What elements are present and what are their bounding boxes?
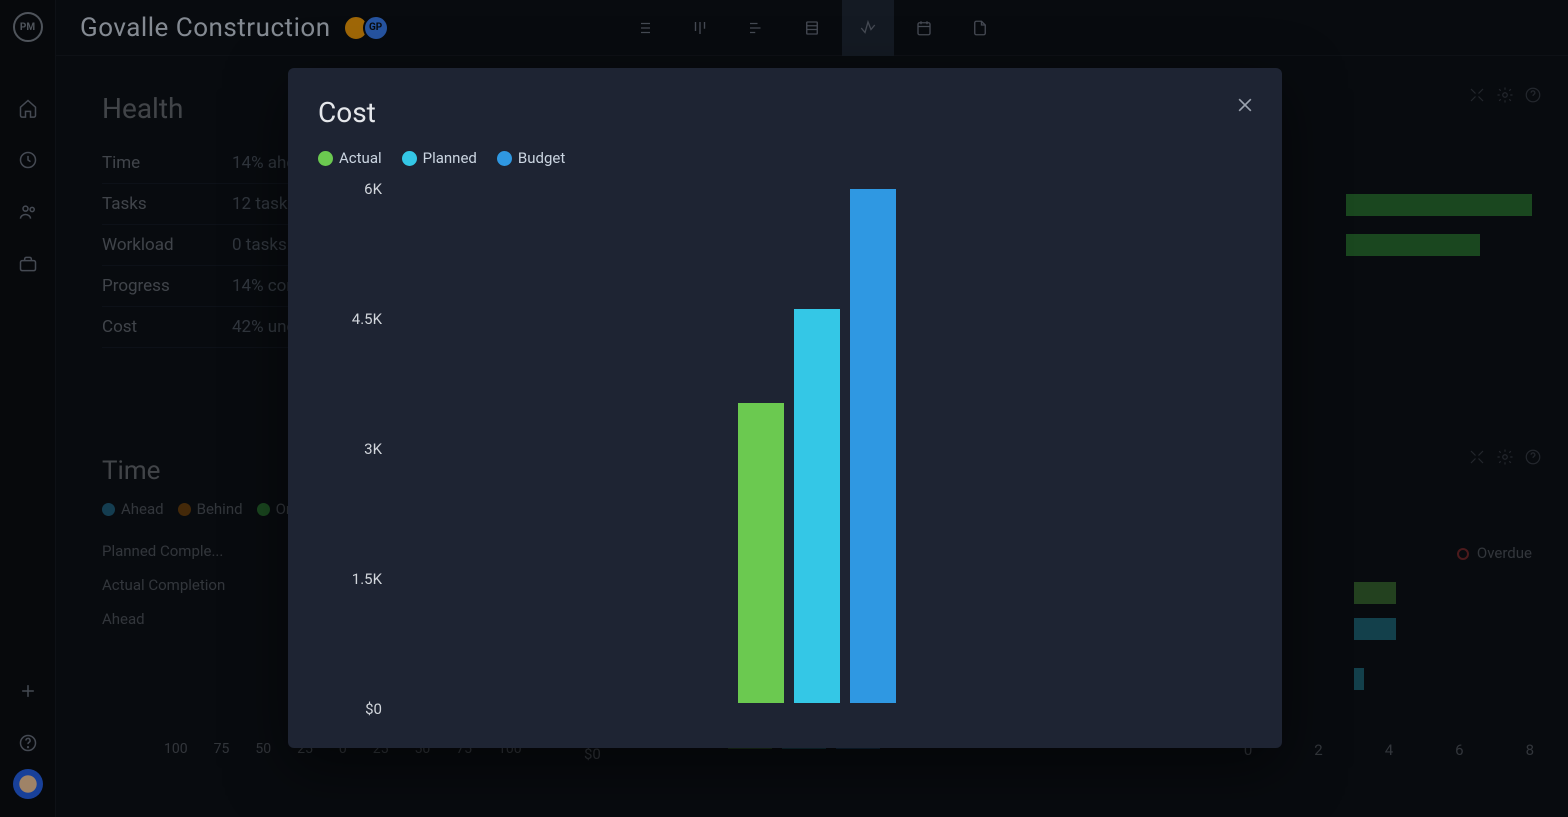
bar-planned[interactable] [794, 309, 840, 703]
y-tick: 6K [364, 180, 382, 198]
bar-budget[interactable] [850, 189, 896, 703]
y-tick: 4.5K [352, 310, 382, 328]
y-tick: 3K [364, 440, 382, 458]
modal-title: Cost [318, 96, 1252, 129]
bar-actual[interactable] [738, 403, 784, 703]
legend-dot [497, 151, 512, 166]
chart-legend: Actual Planned Budget [318, 149, 1252, 167]
close-icon [1235, 95, 1255, 115]
legend-dot [318, 151, 333, 166]
legend-budget: Budget [497, 149, 565, 167]
bars-group [738, 189, 896, 703]
legend-actual: Actual [318, 149, 382, 167]
close-button[interactable] [1230, 90, 1260, 120]
chart-plot-area [392, 189, 1242, 703]
y-tick: $0 [365, 700, 382, 718]
cost-modal: Cost Actual Planned Budget 6K 4.5K 3K 1.… [288, 68, 1282, 748]
legend-planned: Planned [402, 149, 477, 167]
legend-dot [402, 151, 417, 166]
y-axis-labels: 6K 4.5K 3K 1.5K $0 [332, 175, 382, 723]
cost-chart: 6K 4.5K 3K 1.5K $0 [332, 175, 1252, 723]
y-tick: 1.5K [352, 570, 382, 588]
